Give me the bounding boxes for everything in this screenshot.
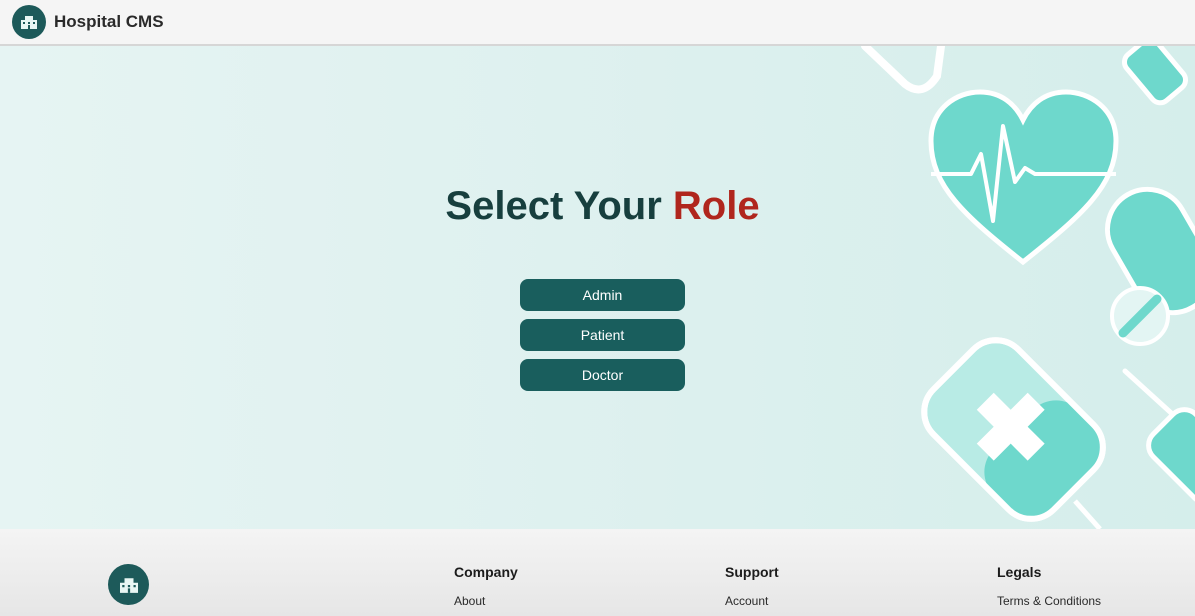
footer-column-company: Company About (454, 564, 518, 608)
footer-link-about[interactable]: About (454, 594, 518, 608)
footer-column-support: Support Account (725, 564, 779, 608)
iv-bag-icon (921, 337, 1195, 529)
admin-role-button[interactable]: Admin (520, 279, 685, 311)
hospital-logo-icon[interactable] (12, 5, 46, 39)
heartbeat-heart-icon (928, 89, 1119, 266)
footer-link-account[interactable]: Account (725, 594, 779, 608)
stethoscope-icon (861, 46, 945, 94)
round-tablet-icon (1110, 286, 1170, 346)
doctor-role-button[interactable]: Doctor (520, 359, 685, 391)
role-selection-section: Select Your Role Admin Patient Doctor (0, 46, 1195, 529)
page-title-main: Select Your (445, 184, 673, 228)
app-title[interactable]: Hospital CMS (54, 12, 164, 32)
syringe-icon (1121, 46, 1189, 106)
site-footer: Company About Support Account Legals Ter… (0, 529, 1195, 616)
footer-link-terms[interactable]: Terms & Conditions (997, 594, 1101, 608)
footer-heading-company: Company (454, 564, 518, 580)
page-title: Select Your Role (0, 184, 1195, 229)
medical-decoration-illustration (861, 46, 1195, 529)
role-button-group: Admin Patient Doctor (520, 279, 685, 391)
footer-column-legals: Legals Terms & Conditions (997, 564, 1101, 608)
page-title-accent: Role (672, 184, 760, 228)
footer-heading-legals: Legals (997, 564, 1042, 580)
footer-hospital-logo-icon[interactable] (108, 564, 149, 605)
top-nav-bar: Hospital CMS (0, 0, 1195, 46)
footer-heading-support: Support (725, 564, 779, 580)
patient-role-button[interactable]: Patient (520, 319, 685, 351)
